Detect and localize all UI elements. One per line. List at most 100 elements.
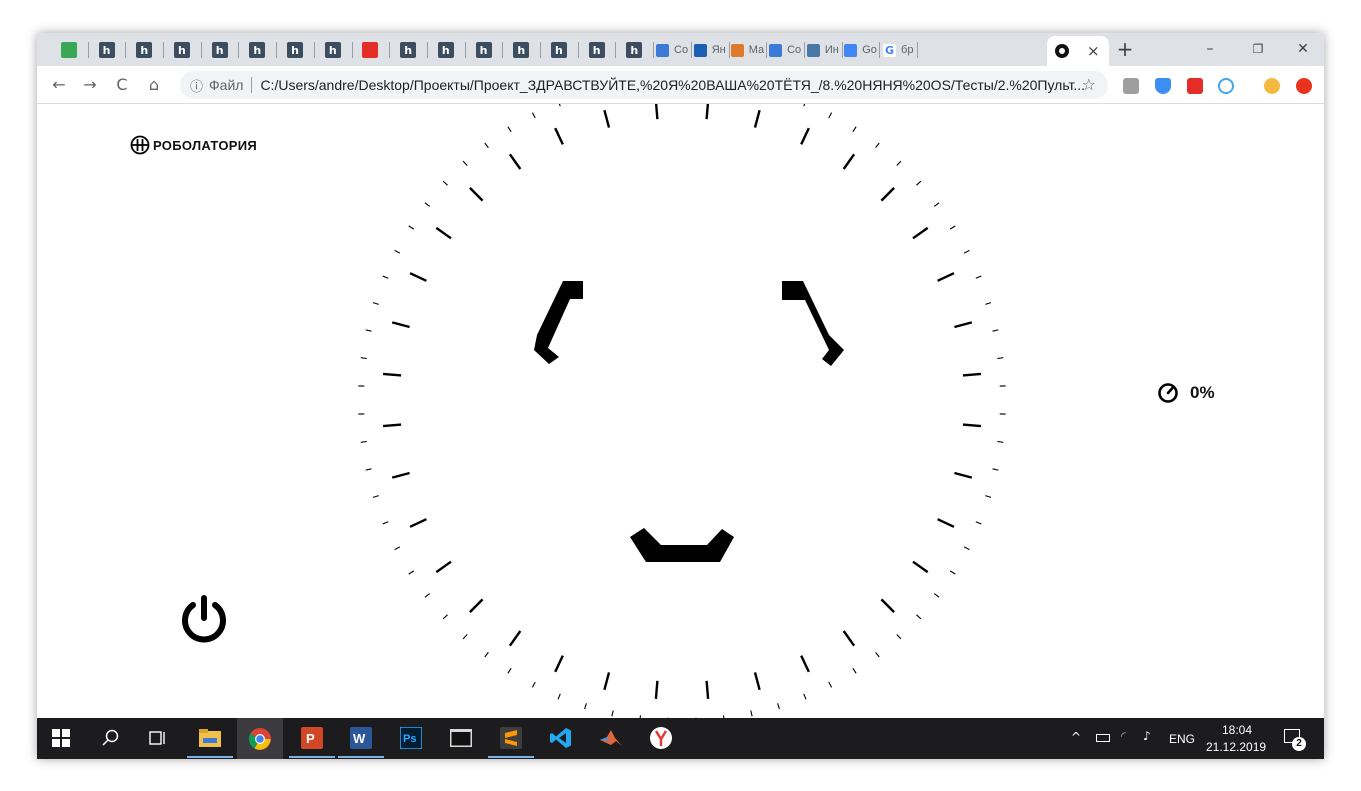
minor-tick: [365, 329, 372, 332]
language-indicator[interactable]: ENG: [1169, 732, 1195, 746]
notification-count: 2: [1292, 737, 1306, 751]
info-icon[interactable]: ⓘ: [190, 76, 203, 95]
browser-tab[interactable]: h: [240, 36, 278, 64]
browser-tab[interactable]: h: [428, 36, 466, 64]
minor-tick: [507, 667, 512, 674]
browser-tab[interactable]: h: [579, 36, 617, 64]
sublime-text-icon[interactable]: [488, 725, 534, 758]
h-icon: h: [173, 42, 190, 58]
search-icon[interactable]: [98, 725, 124, 751]
link-extension-icon[interactable]: [1218, 78, 1234, 94]
battery-icon[interactable]: [1096, 734, 1110, 742]
h-icon: h: [437, 42, 454, 58]
major-tick: [383, 423, 402, 428]
major-tick: [880, 598, 895, 613]
show-hidden-icons-icon[interactable]: ^: [1071, 730, 1081, 744]
task-view-icon[interactable]: [145, 725, 171, 751]
extension-ex-icon[interactable]: [1123, 78, 1139, 94]
major-tick: [469, 187, 484, 202]
yandex-browser-icon[interactable]: [648, 725, 674, 751]
browser-tab[interactable]: [51, 36, 89, 64]
browser-tab[interactable]: h: [541, 36, 579, 64]
minor-tick: [394, 546, 401, 551]
windows-start-icon[interactable]: [48, 725, 74, 751]
photoshop-icon[interactable]: Ps: [398, 725, 424, 751]
browser-tab[interactable]: Co: [767, 36, 805, 64]
home-button[interactable]: ⌂: [144, 75, 164, 95]
browser-tab[interactable]: h: [202, 36, 240, 64]
active-tab[interactable]: ×: [1047, 36, 1109, 66]
word-icon[interactable]: W: [338, 725, 384, 758]
h-icon: h: [550, 42, 567, 58]
browser-tab[interactable]: h: [617, 36, 655, 64]
page-content: РОБОЛАТОРИЯ 0%: [37, 104, 1324, 718]
browser-tab[interactable]: h: [89, 36, 127, 64]
h-icon: h: [513, 42, 530, 58]
chat-icon: [656, 43, 669, 57]
major-tick: [954, 321, 973, 329]
url-text[interactable]: C:/Users/andre/Desktop/Проекты/Проект_ЗД…: [260, 77, 1085, 93]
adblock-icon[interactable]: [1296, 78, 1312, 94]
volume-icon[interactable]: ♪: [1143, 729, 1151, 743]
powerpoint-icon[interactable]: P: [289, 725, 335, 758]
minor-tick: [875, 142, 880, 149]
browser-tab[interactable]: h: [466, 36, 504, 64]
new-tab-button[interactable]: +: [1115, 39, 1135, 59]
taskbar: P W Ps ^ ◜ ♪ ENG 18:04 21.12.2019 2: [37, 718, 1324, 759]
minor-tick: [985, 495, 992, 498]
vscode-icon[interactable]: [548, 725, 574, 751]
browser-tab[interactable]: h: [164, 36, 202, 64]
minor-tick: [975, 275, 982, 279]
minor-tick: [584, 703, 587, 710]
browser-tab[interactable]: h: [315, 36, 353, 64]
emoji-extension-icon[interactable]: [1264, 78, 1280, 94]
minor-tick: [803, 104, 806, 107]
minor-tick: [484, 142, 489, 149]
green-pause-icon: [60, 42, 77, 58]
browser-tab[interactable]: h: [126, 36, 165, 64]
speed-indicator: 0%: [1157, 382, 1215, 404]
browser-tab[interactable]: Ин: [805, 36, 843, 64]
restore-button[interactable]: ❐: [1238, 38, 1278, 60]
bookmark-star-icon[interactable]: ☆: [1082, 75, 1096, 94]
browser-tab[interactable]: [353, 36, 391, 64]
minor-tick: [933, 202, 940, 207]
forward-button[interactable]: →: [80, 75, 100, 95]
major-tick: [800, 655, 810, 673]
major-tick: [554, 127, 564, 145]
h-icon: h: [626, 42, 643, 58]
major-tick: [435, 226, 452, 240]
major-tick: [912, 560, 929, 574]
wifi-icon[interactable]: ◜: [1121, 729, 1126, 743]
browser-tab[interactable]: Ma: [730, 36, 768, 64]
youtube-extension-icon[interactable]: [1187, 78, 1203, 94]
browser-tab[interactable]: Gбр: [880, 36, 919, 64]
close-window-button[interactable]: ✕: [1283, 38, 1323, 60]
shield-icon[interactable]: [1155, 78, 1171, 94]
browser-tab[interactable]: h: [277, 36, 315, 64]
minor-tick: [365, 468, 372, 471]
major-tick: [753, 672, 761, 691]
address-divider: [251, 77, 253, 93]
minimize-button[interactable]: –: [1190, 38, 1230, 60]
minor-tick: [394, 249, 401, 254]
chrome-taskbar-icon[interactable]: [237, 718, 283, 759]
power-button[interactable]: [177, 592, 231, 646]
clock-date[interactable]: 21.12.2019: [1206, 740, 1266, 754]
browser-tab[interactable]: h: [390, 36, 428, 64]
reload-button[interactable]: C: [112, 75, 132, 95]
close-tab-icon[interactable]: ×: [1087, 42, 1100, 60]
matlab-icon[interactable]: [598, 725, 624, 751]
clock-time[interactable]: 18:04: [1222, 723, 1252, 737]
terminal-icon[interactable]: [448, 725, 474, 751]
file-explorer-icon[interactable]: [187, 725, 233, 758]
browser-tab[interactable]: Co: [654, 36, 692, 64]
back-button[interactable]: ←: [49, 75, 69, 95]
browser-tab[interactable]: Go: [843, 36, 881, 64]
major-tick: [554, 655, 564, 673]
browser-tab[interactable]: h: [503, 36, 542, 64]
h-icon: h: [98, 42, 115, 58]
browser-tab[interactable]: Ян: [692, 36, 730, 64]
major-tick: [705, 680, 710, 699]
address-bar[interactable]: ⓘ Файл C:/Users/andre/Desktop/Проекты/Пр…: [180, 71, 1108, 99]
